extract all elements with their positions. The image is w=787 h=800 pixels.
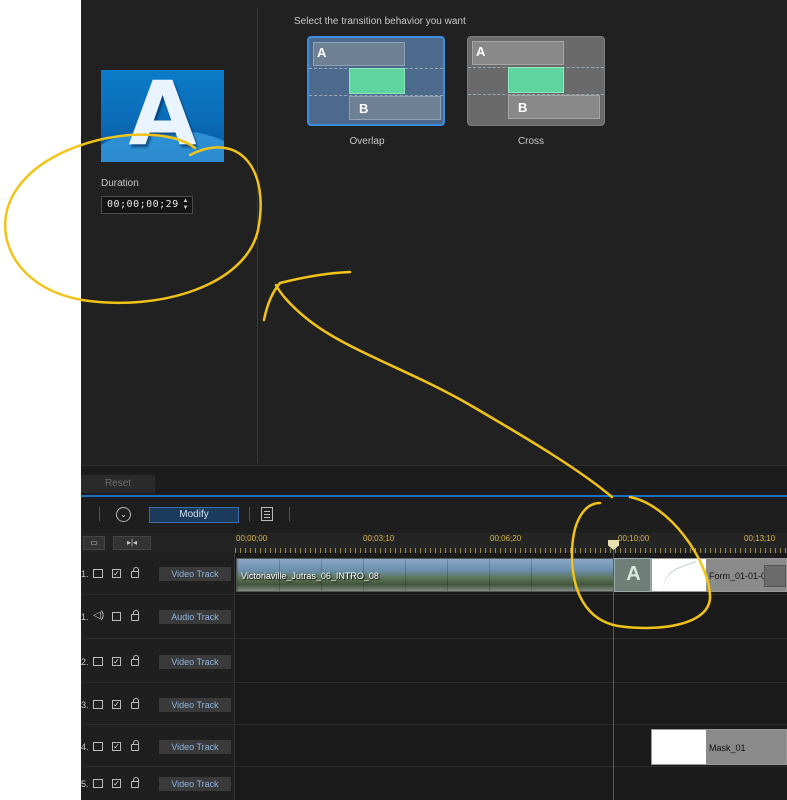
track-number: 1.	[81, 569, 89, 579]
spin-up-icon[interactable]: ▲	[180, 198, 191, 205]
panel-divider	[257, 8, 258, 463]
ruler-label: 00;13;10	[744, 534, 776, 543]
margin-area	[0, 0, 81, 800]
modify-button[interactable]: Modify	[149, 507, 239, 523]
video-clip-label: Victoriaville_Jutras_06_INTRO_08	[241, 571, 379, 581]
behavior-title: Select the transition behavior you want	[294, 16, 466, 27]
track-name[interactable]: Video Track	[159, 567, 231, 581]
expand-button[interactable]: ⌄	[116, 507, 131, 522]
reset-button[interactable]: Reset	[81, 475, 155, 493]
overlap-letter-b: B	[359, 101, 369, 116]
track-number: 1.	[81, 612, 89, 622]
transition-clip[interactable]: A	[614, 558, 651, 592]
overlap-caption: Overlap	[349, 136, 385, 147]
toolbar-separator	[249, 507, 250, 521]
cross-caption: Cross	[517, 136, 545, 147]
track-enable-checkbox[interactable]: ✓	[112, 700, 121, 709]
track-name[interactable]: Video Track	[159, 740, 231, 754]
film-icon	[93, 779, 103, 788]
cross-bar-a	[472, 41, 564, 65]
ruler-label: 00;03;10	[363, 534, 395, 543]
track-row: 3. ✓ Video Track	[81, 683, 787, 725]
cross-letter-a: A	[476, 44, 486, 59]
track-number: 4.	[81, 742, 89, 752]
form-clip-thumbnail	[652, 559, 706, 591]
track-name[interactable]: Video Track	[159, 655, 231, 669]
lock-icon[interactable]	[131, 655, 139, 666]
duration-label: Duration	[101, 178, 139, 189]
mask-clip[interactable]: Mask_01	[651, 729, 787, 765]
form-clip-label: Form_01-01-0	[709, 571, 767, 581]
overlap-bar-transition	[349, 68, 405, 94]
track-name[interactable]: Video Track	[159, 698, 231, 712]
overlap-option[interactable]: A B	[307, 36, 445, 126]
panel-footer	[81, 465, 787, 495]
spin-down-icon[interactable]: ▼	[180, 205, 191, 212]
editor-window: A Duration 00;00;00;29 ▲ ▼ Select the tr…	[0, 0, 787, 800]
track-header: 1. ✓ Video Track	[81, 553, 235, 594]
ruler-label: 00;00;00	[236, 534, 268, 543]
track-number: 5.	[81, 779, 89, 789]
ruler-label: 00;06;20	[490, 534, 522, 543]
track-enable-checkbox[interactable]	[112, 612, 121, 621]
track-header: 1. ◁) Audio Track	[81, 595, 235, 638]
duration-spinner[interactable]: ▲ ▼	[180, 198, 191, 212]
edit-list-icon[interactable]	[261, 507, 273, 521]
mask-clip-label: Mask_01	[709, 743, 746, 753]
cross-letter-b: B	[518, 100, 528, 115]
cross-option[interactable]: A B	[467, 36, 605, 126]
track-row: 2. ✓ Video Track	[81, 639, 787, 683]
timeline-ruler[interactable]: 00;00;00 00;03;10 00;06;20 00;10;00 00;1…	[235, 533, 787, 553]
track-header: 4. ✓ Video Track	[81, 725, 235, 766]
overlap-letter-a: A	[317, 45, 327, 60]
lock-icon[interactable]	[131, 567, 139, 578]
mask-clip-thumbnail	[652, 730, 706, 764]
thumbnail-letter: A	[128, 70, 197, 162]
timeline-toolbar: ⌄ Modify	[81, 497, 787, 533]
track-enable-checkbox[interactable]: ✓	[112, 569, 121, 578]
track-name[interactable]: Audio Track	[159, 610, 231, 624]
playhead[interactable]	[613, 540, 614, 800]
track-enable-checkbox[interactable]: ✓	[112, 779, 121, 788]
lock-icon[interactable]	[131, 698, 139, 709]
lock-icon[interactable]	[131, 610, 139, 621]
lock-icon[interactable]	[131, 740, 139, 751]
video-clip[interactable]: Victoriaville_Jutras_06_INTRO_08	[236, 558, 651, 592]
track-row: 1. ◁) Audio Track	[81, 595, 787, 639]
track-enable-checkbox[interactable]: ✓	[112, 657, 121, 666]
ruler-label: 00;10;00	[618, 534, 650, 543]
film-icon	[93, 742, 103, 751]
split-view-button[interactable]: ▸|◂	[113, 536, 151, 550]
track-header: 5. ✓ Video Track	[81, 767, 235, 800]
toolbar-separator	[289, 507, 290, 521]
overlap-bar-a	[313, 42, 405, 66]
track-name[interactable]: Video Track	[159, 777, 231, 791]
transition-thumbnail: A	[101, 70, 224, 162]
speaker-icon: ◁)	[93, 610, 105, 621]
track-number: 3.	[81, 700, 89, 710]
form-clip[interactable]: Form_01-01-0	[651, 558, 787, 592]
toolbar-separator	[99, 507, 100, 521]
film-icon	[93, 657, 103, 666]
transition-clip-letter: A	[626, 563, 641, 585]
film-icon	[93, 700, 103, 709]
track-header: 3. ✓ Video Track	[81, 683, 235, 724]
film-icon	[93, 569, 103, 578]
form-clip-end	[764, 565, 786, 587]
duration-value: 00;00;00;29	[107, 199, 179, 210]
track-row: 5. ✓ Video Track	[81, 767, 787, 800]
cross-bar-transition	[508, 67, 564, 93]
track-enable-checkbox[interactable]: ✓	[112, 742, 121, 751]
duration-input[interactable]: 00;00;00;29 ▲ ▼	[101, 196, 193, 214]
fit-timeline-button[interactable]: ▭	[83, 536, 105, 550]
lock-icon[interactable]	[131, 777, 139, 788]
track-header: 2. ✓ Video Track	[81, 639, 235, 682]
track-number: 2.	[81, 657, 89, 667]
